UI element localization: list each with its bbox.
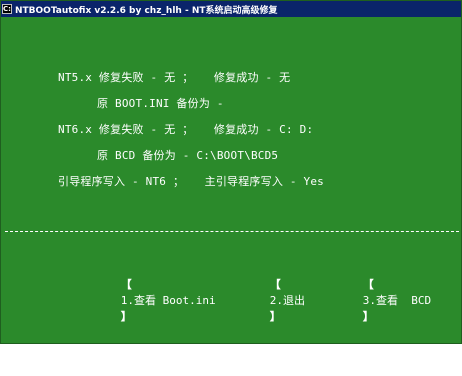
- nt5-backup-line: 原 BOOT.INI 备份为 -: [97, 97, 224, 110]
- console-output: NT5.x 修复失败 - 无 ； 修复成功 - 无 原 BOOT.INI 备份为…: [1, 17, 461, 343]
- dashed-divider: [5, 231, 459, 232]
- bracket-left: 【: [269, 278, 281, 291]
- menu-exit[interactable]: 【 2.退出 】: [230, 263, 305, 337]
- app-window: C: NTBOOTautofix v2.2.6 by chz_hlh - NT系…: [0, 0, 462, 344]
- nt5-status-line: NT5.x 修复失败 - 无 ； 修复成功 - 无: [58, 71, 291, 84]
- bracket-left: 【: [120, 278, 132, 291]
- bracket-left: 【: [362, 278, 374, 291]
- window-title: NTBOOTautofix v2.2.6 by chz_hlh - NT系统启动…: [15, 5, 278, 16]
- bracket-right: 】: [362, 310, 374, 323]
- menu-view-bootini[interactable]: 【 1.查看 Boot.ini 】: [81, 263, 216, 337]
- menu-view-bcd[interactable]: 【 3.查看 BCD 】: [323, 263, 431, 337]
- menu-label-view-bcd: 3.查看 BCD: [362, 294, 432, 307]
- menu-label-exit: 2.退出: [269, 294, 305, 307]
- console-icon: C:: [2, 4, 12, 14]
- nt6-backup-line: 原 BCD 备份为 - C:\BOOT\BCD5: [97, 149, 279, 162]
- title-bar[interactable]: C: NTBOOTautofix v2.2.6 by chz_hlh - NT系…: [1, 1, 461, 17]
- bracket-right: 】: [120, 310, 132, 323]
- boot-write-line: 引导程序写入 - NT6 ； 主引导程序写入 - Yes: [58, 175, 324, 188]
- menu-label-view-bootini: 1.查看 Boot.ini: [120, 294, 216, 307]
- nt6-status-line: NT6.x 修复失败 - 无 ； 修复成功 - C: D:: [58, 123, 314, 136]
- bracket-right: 】: [269, 310, 281, 323]
